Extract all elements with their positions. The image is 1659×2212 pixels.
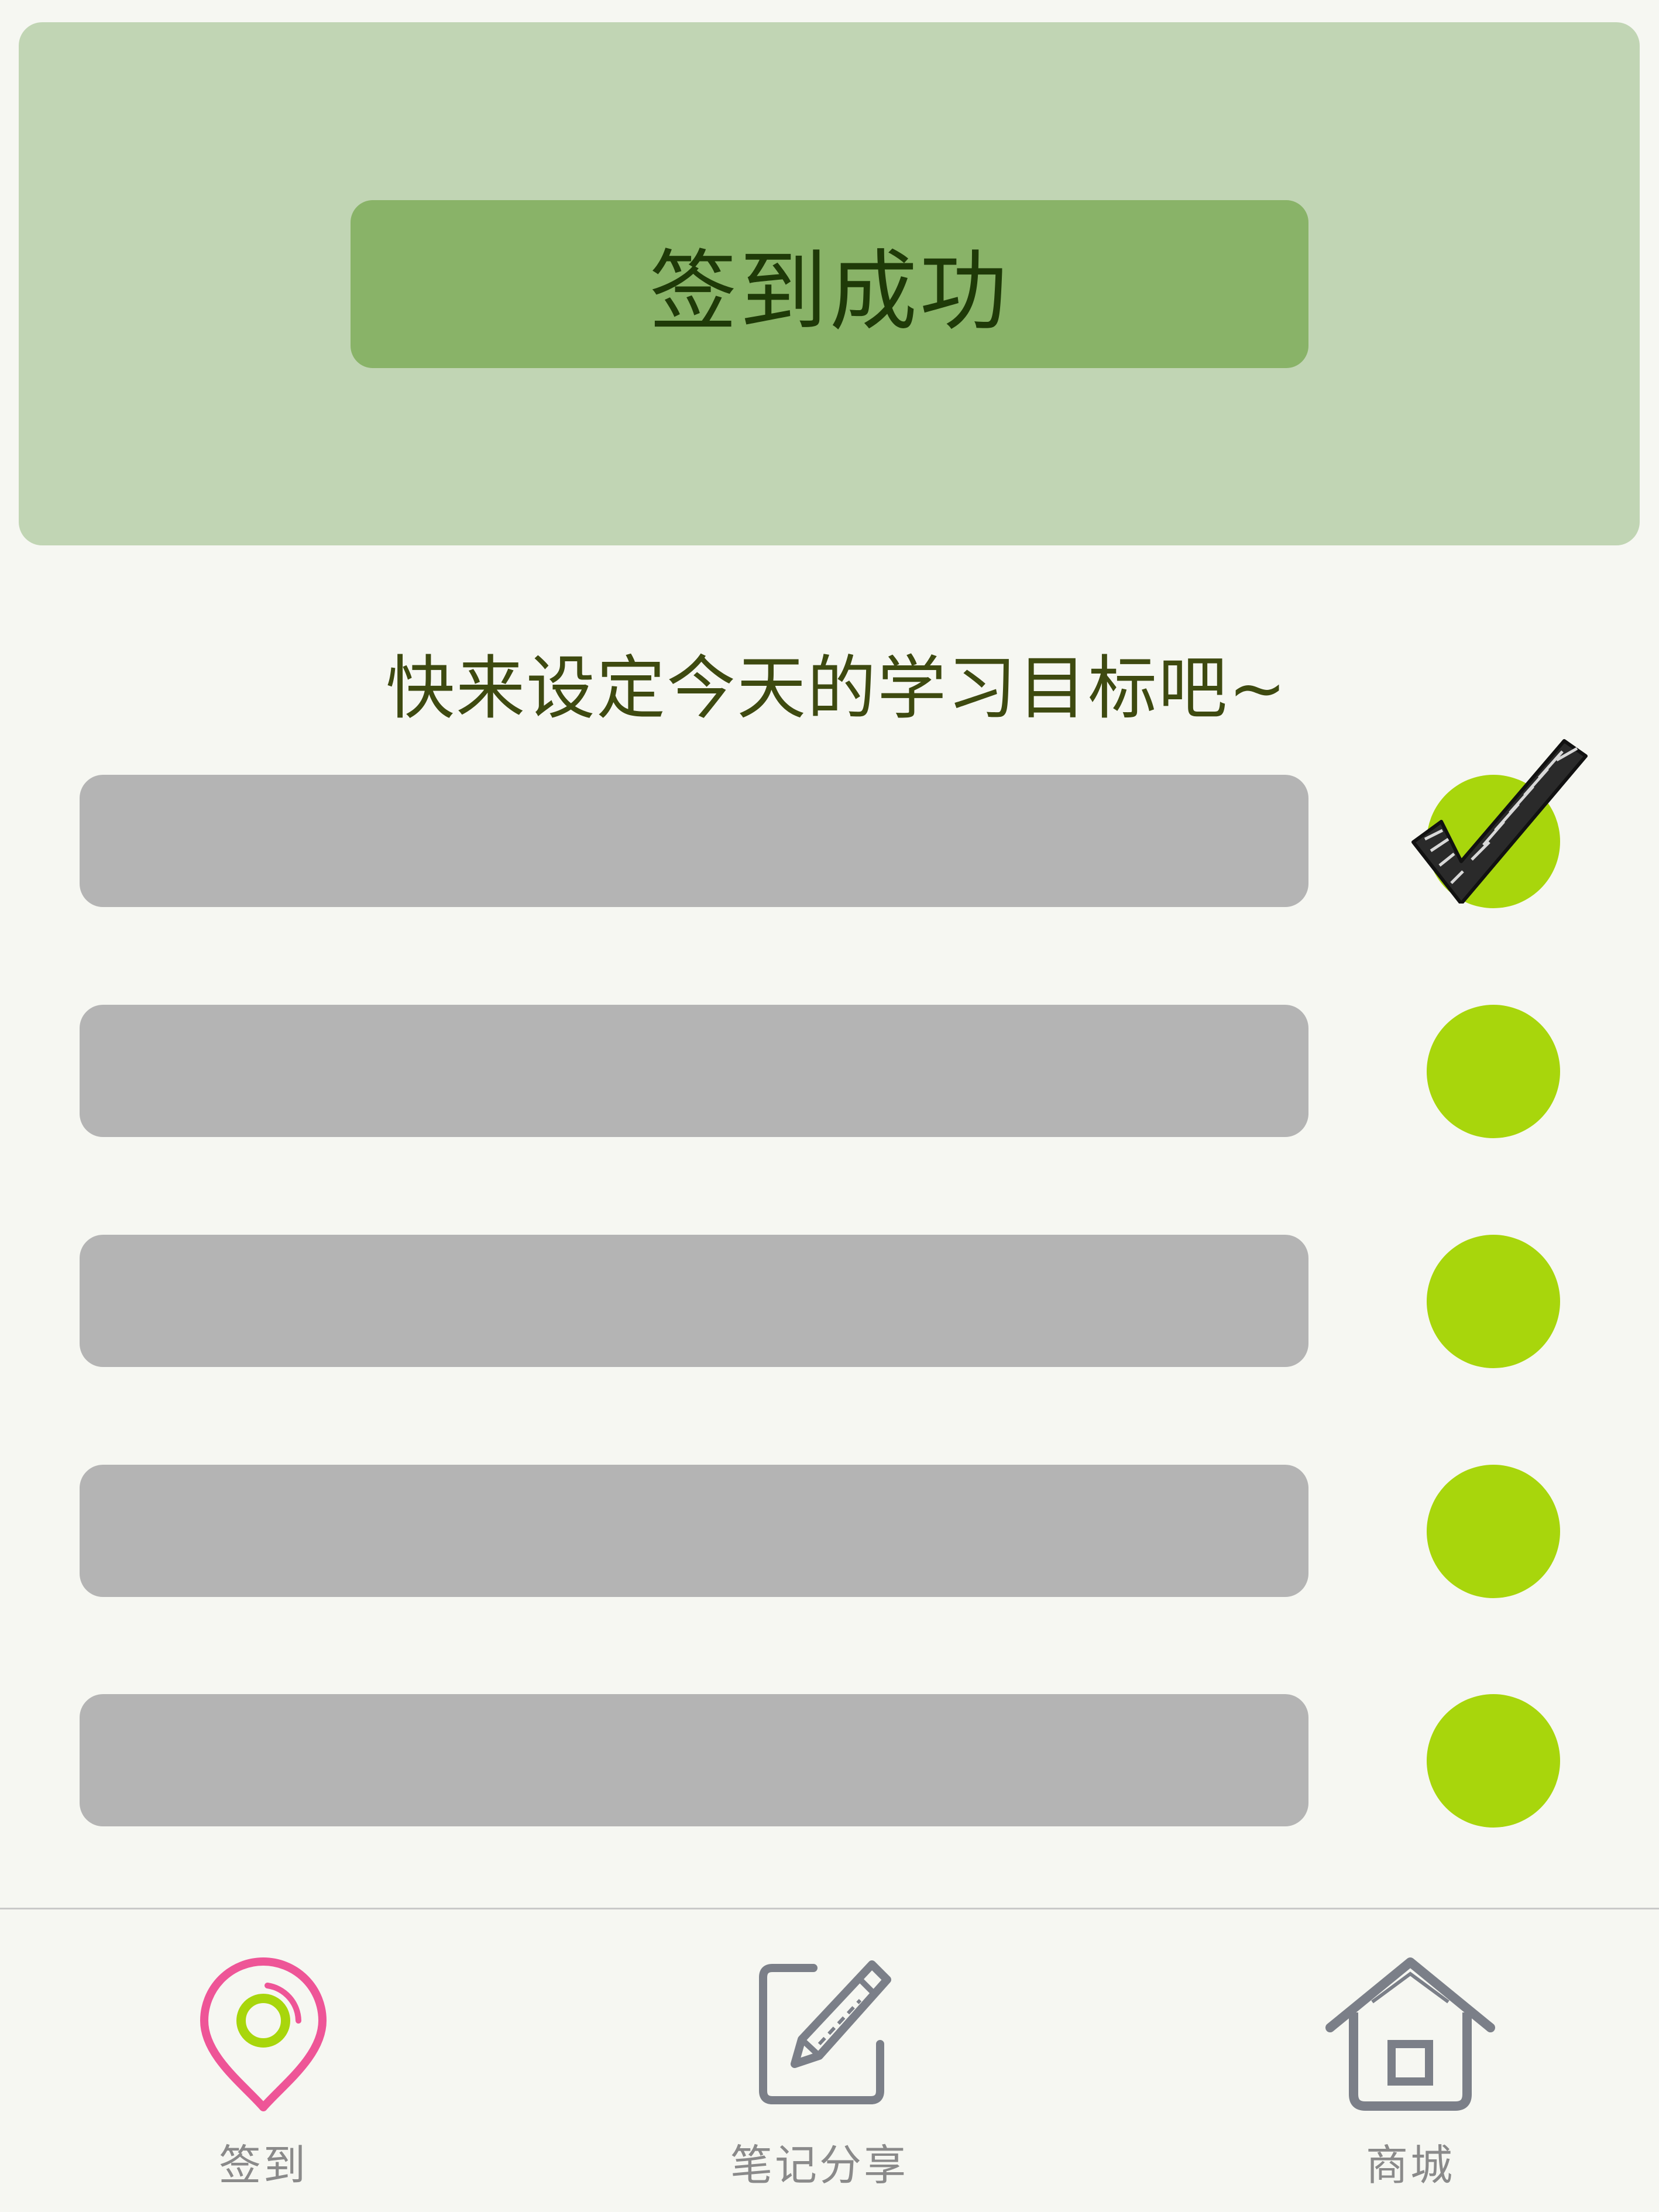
goal-row	[0, 1694, 1659, 1828]
goal-input[interactable]	[80, 1465, 1308, 1597]
goal-check-toggle[interactable]	[1427, 1235, 1560, 1368]
nav-label: 商城	[1365, 2141, 1455, 2190]
location-pin-icon	[200, 1957, 327, 2111]
nav-item-store[interactable]: 商城	[1323, 1909, 1498, 2202]
goal-check-toggle[interactable]	[1427, 1465, 1560, 1598]
goal-row	[0, 1465, 1659, 1598]
edit-note-icon	[759, 1960, 891, 2104]
nav-item-notes[interactable]: 笔记分享	[720, 1909, 919, 2202]
home-icon	[1325, 1957, 1495, 2111]
goal-input[interactable]	[80, 1694, 1308, 1826]
bottom-nav: 签到 笔记分享 商城	[0, 1909, 1659, 2212]
goal-input[interactable]	[80, 1235, 1308, 1367]
goal-input[interactable]	[80, 775, 1308, 907]
goal-prompt-text: 快来设定今天的学习目标吧~	[386, 648, 1287, 729]
checkin-status-text: 签到成功	[649, 241, 1010, 343]
goal-input[interactable]	[80, 1005, 1308, 1137]
checkin-success-banner: 签到成功	[351, 200, 1308, 368]
nav-label: 笔记分享	[730, 2141, 908, 2190]
nav-item-checkin[interactable]: 签到	[176, 1909, 351, 2202]
goal-row	[0, 739, 1659, 908]
goal-check-toggle[interactable]	[1427, 1694, 1560, 1828]
checkmark-icon	[1411, 739, 1588, 904]
goal-row	[0, 1005, 1659, 1138]
nav-label: 签到	[218, 2141, 308, 2190]
goal-check-toggle[interactable]	[1427, 1005, 1560, 1138]
goal-prompt: 快来设定今天的学习目标吧~	[0, 632, 1659, 732]
goal-row	[0, 1235, 1659, 1368]
